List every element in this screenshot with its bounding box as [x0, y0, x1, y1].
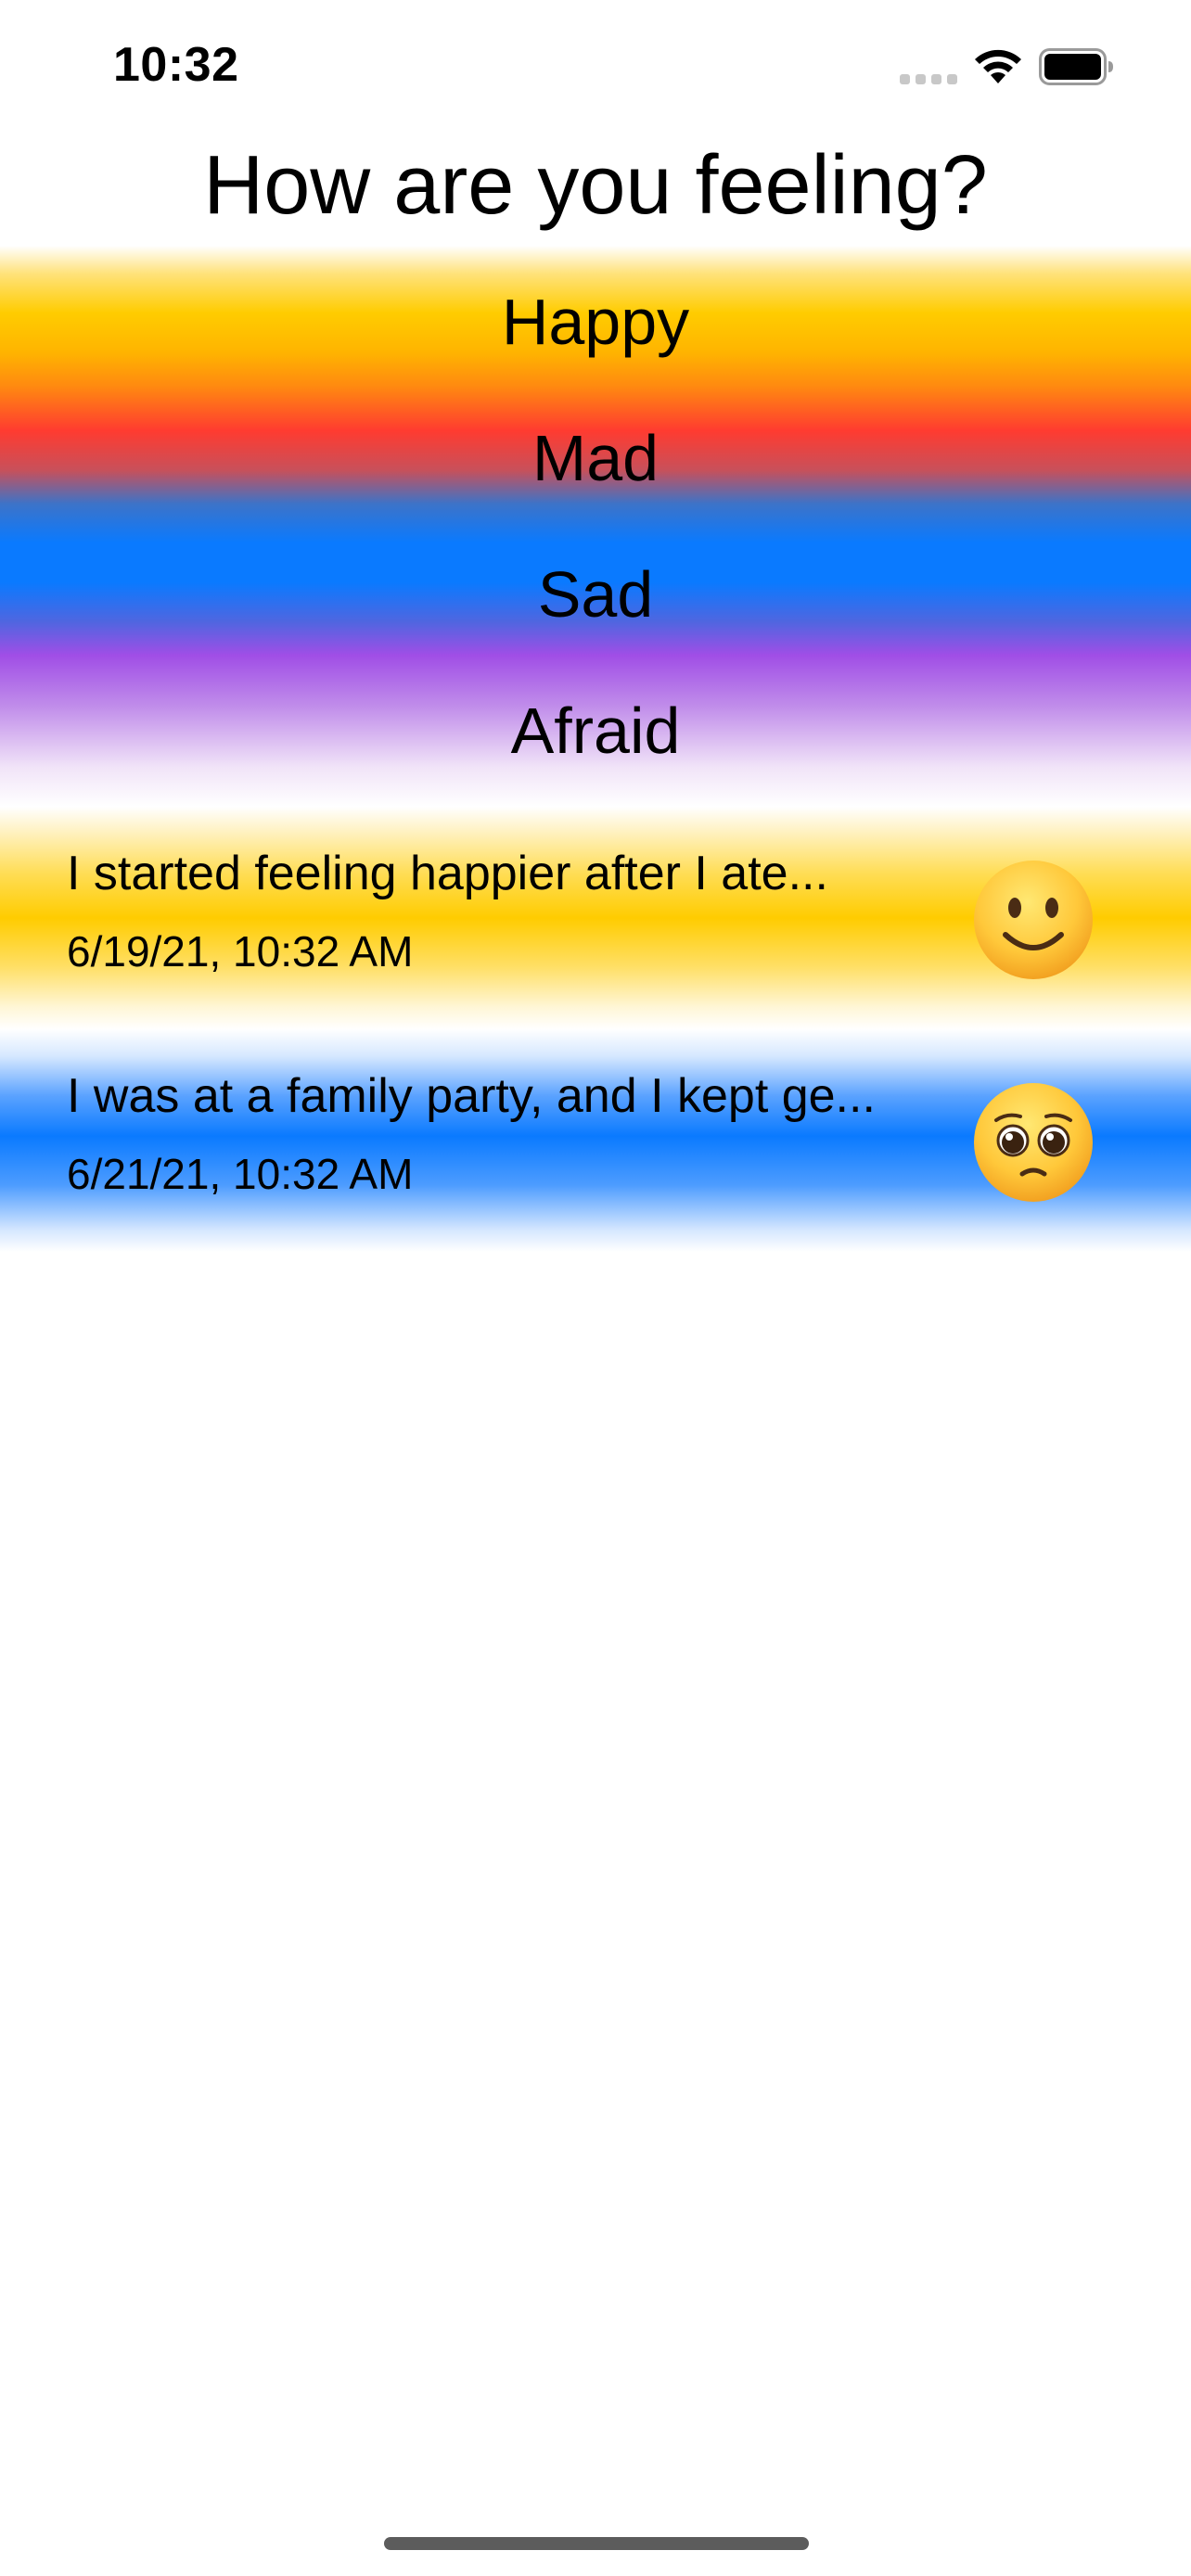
journal-entry-row[interactable]: I was at a family party, and I kept ge..…: [0, 1029, 1191, 1252]
pleading-face-icon: [974, 1083, 1093, 1202]
emotion-option-mad[interactable]: Mad: [0, 421, 1191, 495]
emotion-picker: Happy Mad Sad Afraid: [0, 246, 1191, 807]
entry-text: I started feeling happier after I ate...: [67, 847, 828, 900]
journal-entry-row[interactable]: I started feeling happier after I ate...…: [0, 807, 1191, 1029]
home-indicator[interactable]: [384, 2537, 809, 2550]
entry-date: 6/21/21, 10:32 AM: [67, 1150, 414, 1198]
status-time: 10:32: [113, 38, 239, 92]
status-bar: 10:32: [0, 0, 1191, 139]
entry-text: I was at a family party, and I kept ge..…: [67, 1069, 876, 1123]
slightly-smiling-face-icon: [974, 861, 1093, 979]
entry-date: 6/19/21, 10:32 AM: [67, 927, 414, 976]
emotion-option-happy[interactable]: Happy: [0, 285, 1191, 359]
wifi-icon: [975, 49, 1021, 83]
cellular-signal-icon: [900, 74, 957, 85]
emotion-option-afraid[interactable]: Afraid: [0, 694, 1191, 768]
battery-icon: [1039, 48, 1113, 85]
page-title: How are you feeling?: [203, 139, 988, 232]
emotion-option-sad[interactable]: Sad: [0, 557, 1191, 631]
